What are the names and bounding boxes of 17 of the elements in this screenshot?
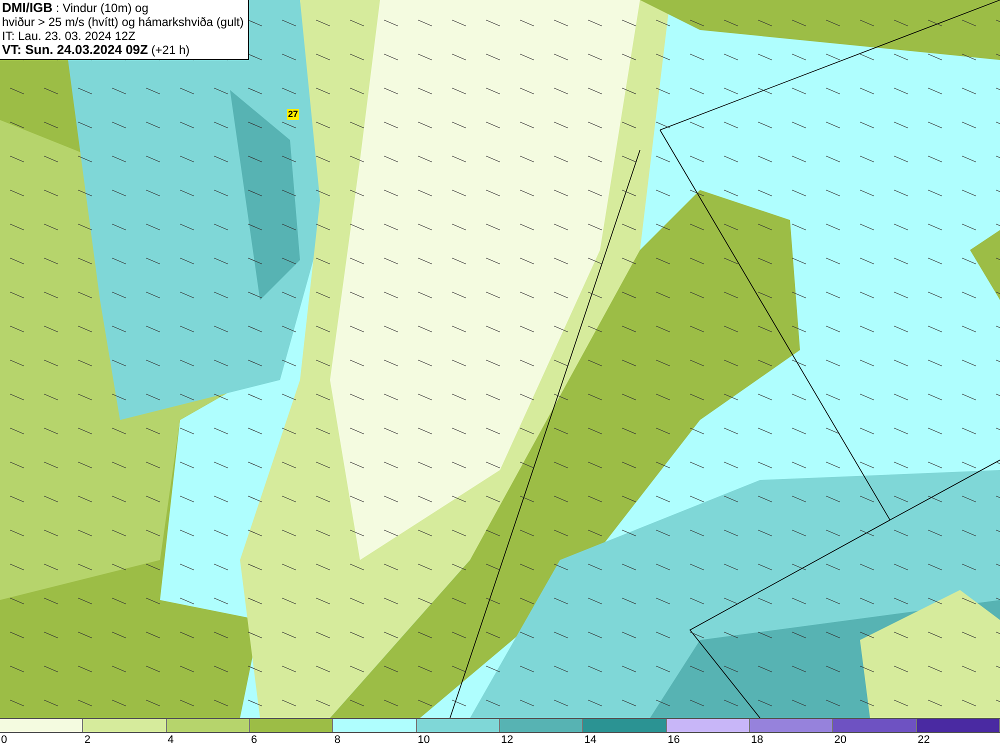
- legend-tick-label: 12: [500, 734, 514, 746]
- legend-tick-label: 4: [168, 734, 174, 746]
- title-line: VT: Sun. 24.03.2024 09Z (+21 h): [2, 43, 191, 57]
- legend-tick-label: 10: [418, 734, 430, 746]
- legend-tick-label: 18: [750, 734, 764, 746]
- title-line: DMI/IGB : Vindur (10m) og: [2, 1, 150, 15]
- title-line: hviður > 25 m/s (hvítt) og hámarkshviða (gult): [2, 15, 244, 29]
- legend-tick-label: 2: [84, 734, 90, 746]
- gust-label: 27: [287, 109, 300, 120]
- legend-tick-label: 20: [834, 734, 847, 746]
- title-line: IT: Lau. 23. 03. 2024 12Z: [2, 29, 136, 43]
- legend-tick-label: 16: [668, 734, 680, 746]
- legend-tick-label: 0: [1, 734, 8, 746]
- legend-tick-label: 8: [334, 734, 340, 746]
- legend-tick-label: 6: [250, 734, 258, 746]
- legend-tick-label: 14: [584, 734, 597, 746]
- legend-tick-label: 22: [918, 734, 930, 746]
